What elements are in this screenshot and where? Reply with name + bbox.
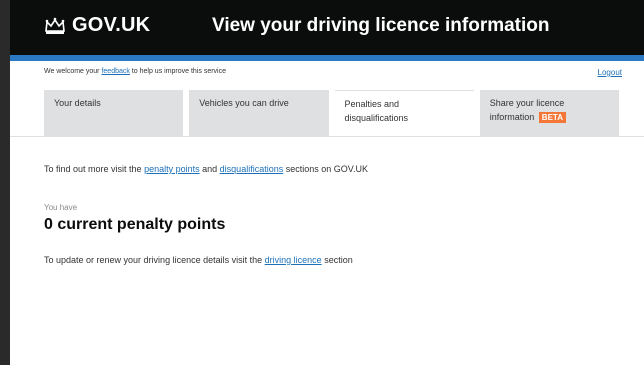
tab-your-details[interactable]: Your details (44, 90, 184, 136)
tab-vehicles[interactable]: Vehicles you can drive (189, 90, 329, 136)
feedback-text-pre: We welcome your (44, 68, 100, 75)
tab-label: Vehicles you can drive (199, 98, 289, 108)
update-pre: To update or renew your driving licence … (44, 255, 263, 265)
penalty-points-link[interactable]: penalty points (144, 164, 200, 174)
info-pre: To find out more visit the (44, 164, 142, 174)
tab-label: Penalties and disqualifications (344, 99, 409, 123)
tab-bar: Your details Vehicles you can drive Pena… (44, 90, 619, 136)
info-post: sections on GOV.UK (285, 164, 368, 174)
tab-divider (10, 136, 644, 137)
update-text: To update or renew your driving licence … (44, 255, 353, 265)
you-have-caption: You have (44, 203, 78, 212)
tab-label: Your details (54, 98, 101, 108)
feedback-link[interactable]: feedback (101, 68, 129, 75)
header-accent-bar (10, 55, 644, 61)
logout-link[interactable]: Logout (598, 68, 622, 77)
logo-text: GOV.UK (72, 14, 151, 36)
penalty-points-heading: 0 current penalty points (44, 216, 226, 233)
driving-licence-link[interactable]: driving licence (265, 255, 322, 265)
tab-penalties[interactable]: Penalties and disqualifications (334, 90, 474, 136)
info-and: and (202, 164, 218, 174)
feedback-banner: We welcome your feedback to help us impr… (44, 68, 226, 75)
tab-share-licence[interactable]: Share your licence information BETA (479, 90, 619, 136)
disqualifications-link[interactable]: disqualifications (220, 164, 284, 174)
service-title: View your driving licence information (212, 15, 550, 36)
crown-icon (44, 17, 66, 35)
feedback-text-post: to help us improve this service (131, 68, 226, 75)
info-text: To find out more visit the penalty point… (44, 164, 368, 174)
beta-badge: BETA (538, 112, 566, 123)
left-border (0, 0, 10, 365)
update-post: section (324, 255, 353, 265)
govuk-logo[interactable]: GOV.UK (44, 14, 150, 37)
